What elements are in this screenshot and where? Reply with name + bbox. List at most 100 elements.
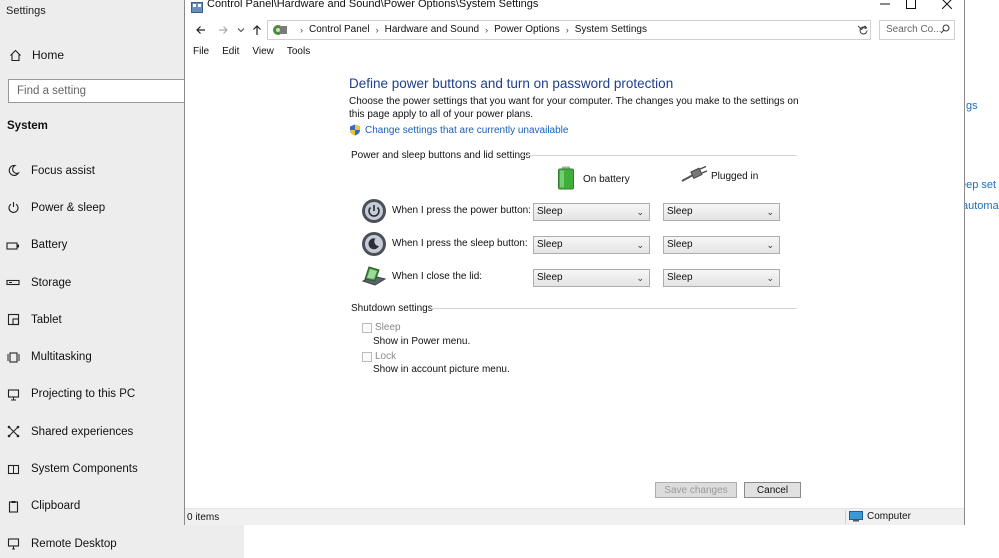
settings-nav-label: Shared experiences [31, 425, 134, 438]
control-panel-icon [191, 0, 203, 13]
settings-nav-label: Remote Desktop [31, 537, 117, 550]
sleep-checkbox-row[interactable]: Sleep [362, 322, 401, 333]
window-title: Control Panel\Hardware and Sound\Power O… [207, 0, 539, 10]
refresh-button[interactable] [855, 21, 871, 39]
select-value: Sleep [537, 272, 563, 283]
status-bar: 0 items Computer [185, 508, 964, 525]
recent-locations-icon[interactable] [233, 22, 249, 38]
settings-nav-remote-desktop[interactable]: Remote Desktop [6, 525, 138, 558]
settings-home-label: Home [32, 48, 65, 62]
lock-checkbox[interactable] [362, 351, 372, 362]
shutdown-group-title: Shutdown settings [351, 303, 433, 314]
menu-bar: File Edit View Tools [193, 46, 323, 57]
settings-nav-multitasking[interactable]: Multitasking [6, 338, 138, 375]
power-button-plugged-select[interactable]: Sleep ⌄ [663, 203, 780, 221]
multitasking-icon [6, 350, 20, 364]
lid-close-battery-select[interactable]: Sleep ⌄ [533, 269, 650, 287]
up-button[interactable] [249, 22, 265, 38]
sleep-button-battery-select[interactable]: Sleep ⌄ [533, 236, 650, 254]
window-titlebar[interactable]: Control Panel\Hardware and Sound\Power O… [185, 0, 964, 14]
settings-peek-link[interactable]: eep set [960, 179, 996, 191]
lid-close-plugged-select[interactable]: Sleep ⌄ [663, 269, 780, 287]
settings-nav-label: Projecting to this PC [31, 388, 136, 401]
select-value: Sleep [667, 206, 693, 217]
settings-nav-label: Battery [31, 239, 68, 252]
settings-search-input[interactable]: Find a setting [8, 79, 198, 103]
breadcrumb-item[interactable]: Control Panel [309, 24, 370, 35]
chevron-right-icon: › [300, 24, 303, 35]
settings-nav-tablet[interactable]: Tablet [6, 301, 138, 338]
select-value: Sleep [667, 239, 693, 250]
settings-nav-shared-experiences[interactable]: Shared experiences [6, 413, 138, 450]
chevron-right-icon: › [375, 24, 379, 35]
components-icon [6, 462, 20, 476]
chevron-down-icon: ⌄ [766, 273, 774, 283]
minimize-button[interactable] [875, 0, 895, 12]
settings-app-title: Settings [6, 5, 46, 17]
menu-edit[interactable]: Edit [222, 46, 239, 57]
select-value: Sleep [667, 272, 693, 283]
chevron-right-icon: › [565, 24, 569, 35]
settings-nav-label: System Components [31, 463, 138, 476]
settings-nav-focus-assist[interactable]: Focus assist [6, 152, 138, 189]
on-battery-label: On battery [583, 174, 630, 185]
settings-nav-clipboard[interactable]: Clipboard [6, 488, 138, 525]
computer-icon [849, 511, 863, 522]
cancel-button[interactable]: Cancel [744, 482, 801, 498]
status-divider [845, 510, 846, 524]
address-bar[interactable]: › Control Panel › Hardware and Sound › P… [267, 20, 871, 40]
settings-nav-storage[interactable]: Storage [6, 264, 138, 301]
settings-home[interactable]: Home [8, 46, 64, 64]
power-button-battery-select[interactable]: Sleep ⌄ [533, 203, 650, 221]
chevron-down-icon: ⌄ [636, 273, 644, 283]
page-title: Define power buttons and turn on passwor… [349, 76, 674, 91]
breadcrumb-item[interactable]: Power Options [494, 24, 560, 35]
settings-nav-power-sleep[interactable]: Power & sleep [6, 189, 138, 226]
chevron-right-icon: › [485, 24, 489, 35]
save-changes-button[interactable]: Save changes [655, 482, 737, 498]
group-divider [521, 155, 797, 156]
menu-tools[interactable]: Tools [287, 46, 310, 57]
uac-shield-icon [349, 124, 361, 136]
forward-button[interactable] [215, 22, 231, 38]
settings-nav-projecting[interactable]: Projecting to this PC [6, 376, 138, 413]
search-input[interactable]: Search Co... [879, 20, 955, 40]
change-unavailable-settings-link[interactable]: Change settings that are currently unava… [349, 124, 568, 136]
maximize-button[interactable] [901, 0, 921, 12]
lock-checkbox-description: Show in account picture menu. [373, 364, 510, 375]
status-computer: Computer [849, 511, 911, 522]
settings-peek-link[interactable]: gs [966, 100, 978, 112]
lid-close-row: When I close the lid: Sleep ⌄ Sleep ⌄ [361, 264, 801, 290]
settings-nav-battery[interactable]: Battery [6, 227, 138, 264]
laptop-lid-icon [361, 264, 387, 290]
group-divider [431, 308, 797, 309]
sleep-button-row: When I press the sleep button: Sleep ⌄ S… [361, 231, 801, 257]
breadcrumb-item[interactable]: Hardware and Sound [385, 24, 480, 35]
settings-peek-link[interactable]: automa [962, 200, 999, 212]
sleep-button-icon [361, 231, 387, 257]
computer-label: Computer [867, 511, 911, 522]
close-button[interactable] [937, 0, 957, 12]
moon-icon [6, 164, 20, 178]
search-icon [940, 23, 950, 41]
tablet-icon [6, 313, 20, 327]
lock-checkbox-row[interactable]: Lock [362, 351, 396, 362]
control-panel-icon [272, 23, 288, 37]
menu-view[interactable]: View [252, 46, 274, 57]
search-placeholder: Search Co... [886, 24, 942, 35]
remote-desktop-icon [6, 537, 20, 551]
chevron-down-icon: ⌄ [766, 240, 774, 250]
select-value: Sleep [537, 239, 563, 250]
sleep-checkbox[interactable] [362, 322, 372, 333]
sleep-button-label: When I press the sleep button: [392, 238, 528, 249]
settings-nav-system-components[interactable]: System Components [6, 450, 138, 487]
lock-checkbox-label: Lock [375, 351, 397, 362]
back-button[interactable] [193, 22, 209, 38]
breadcrumb-item[interactable]: System Settings [575, 24, 647, 35]
sleep-button-plugged-select[interactable]: Sleep ⌄ [663, 236, 780, 254]
settings-nav: Focus assist Power & sleep Battery Stora… [6, 152, 138, 558]
power-button-row: When I press the power button: Sleep ⌄ S… [361, 198, 801, 224]
plugged-in-label: Plugged in [711, 171, 759, 182]
menu-file[interactable]: File [193, 46, 209, 57]
chevron-down-icon: ⌄ [636, 207, 644, 217]
